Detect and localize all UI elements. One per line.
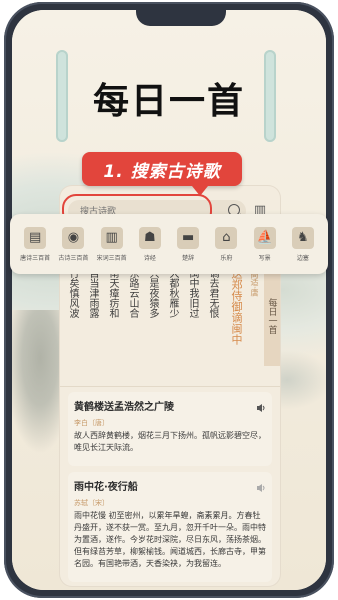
category-label: 古诗三百首 (58, 254, 89, 262)
poem-title: 雨中花·夜行船 (74, 482, 138, 493)
daily-tag: 每日一首 (264, 266, 280, 366)
notch (136, 10, 226, 26)
category-item[interactable]: ▤ 唐诗三百首 (18, 226, 52, 262)
category-item[interactable]: ▥ 宋词三百首 (95, 226, 129, 262)
category-label: 乐府 (220, 254, 233, 262)
poem-author: 苏轼〔宋〕 (74, 499, 109, 507)
book2-icon: ▥ (100, 226, 123, 249)
scroll-decoration-left (56, 50, 68, 142)
category-label: 唐诗三百首 (20, 254, 51, 262)
speaker-icon[interactable] (256, 478, 266, 492)
poem-line: 只是夜猿多 (147, 268, 158, 318)
boat-icon: ⛵ (253, 226, 276, 249)
bamboo-icon: ▬ (177, 226, 200, 249)
category-item[interactable]: ⌂ 乐府 (209, 226, 243, 262)
category-item[interactable]: ◉ 古诗三百首 (56, 226, 90, 262)
category-item[interactable]: ♞ 边塞 (286, 226, 320, 262)
category-item[interactable]: ⛵ 写景 (248, 226, 282, 262)
camel-icon: ♞ (291, 226, 314, 249)
callout-label: 1. 搜索古诗歌 (82, 152, 242, 196)
category-label: 宋词三百首 (96, 254, 127, 262)
daily-poem-vertical: 行矣慎风波 自当津雨露 南天瘴疠和 东路云山合 只是夜猿多 大都秋雁少 闽中我旧… (66, 268, 266, 382)
poem-line: 大都秋雁少 (167, 268, 178, 318)
category-item[interactable]: ▬ 楚辞 (171, 226, 205, 262)
poem-card[interactable]: 黄鹤楼送孟浩然之广陵 李白〔唐〕 故人西辞黄鹤楼，烟花三月下扬州。孤帆远影碧空尽… (68, 392, 272, 466)
frame: 每日一首 ▥ 行矣慎风波 自当津雨露 南天瘴疠和 东路云山合 只是夜猿多 大都秋… (0, 0, 338, 600)
poem-line: 闽中我旧过 (187, 268, 198, 318)
poem-title-vertical: 送郑侍御谪闽中 (230, 268, 243, 345)
category-label: 诗经 (143, 254, 156, 262)
poem-body: 故人西辞黄鹤楼，烟花三月下扬州。孤帆远影碧空尽，唯见长江天际流。 (74, 431, 266, 452)
pavilion-icon: ⌂ (215, 226, 238, 249)
poem-author: 李白〔唐〕 (74, 419, 109, 427)
sage-icon: ☗ (138, 226, 161, 249)
poem-line: 谪去君无恨 (207, 268, 218, 318)
category-label: 楚辞 (182, 254, 195, 262)
poem-body: 雨中花慢 初至密州，以累年旱蝗，斋素累月。方春牡丹盛开，遂不获一赏。至九月，忽开… (74, 511, 266, 568)
lamp-icon: ◉ (62, 226, 85, 249)
divider (60, 386, 280, 387)
poem-title: 黄鹤楼送孟浩然之广陵 (74, 402, 174, 413)
poem-line: 行矣慎风波 (67, 268, 78, 318)
category-item[interactable]: ☗ 诗经 (133, 226, 167, 262)
poem-line: 东路云山合 (127, 268, 138, 318)
speaker-icon[interactable] (256, 398, 266, 412)
book-icon: ▤ (24, 226, 47, 249)
poem-line: 南天瘴疠和 (107, 268, 118, 318)
page-title: 每日一首 (92, 81, 245, 122)
poem-line: 自当津雨露 (87, 268, 98, 318)
screen: 每日一首 ▥ 行矣慎风波 自当津雨露 南天瘴疠和 东路云山合 只是夜猿多 大都秋… (12, 10, 326, 590)
poem-card[interactable]: 雨中花·夜行船 苏轼〔宋〕 雨中花慢 初至密州，以累年旱蝗，斋素累月。方春牡丹盛… (68, 472, 272, 582)
scroll-decoration-right (264, 50, 276, 142)
category-label: 写景 (258, 254, 271, 262)
category-label: 边塞 (296, 254, 309, 262)
category-bar: ▤ 唐诗三百首 ◉ 古诗三百首 ▥ 宋词三百首 ☗ 诗经 ▬ 楚辞 ⌂ 乐府 ⛵… (10, 214, 328, 274)
